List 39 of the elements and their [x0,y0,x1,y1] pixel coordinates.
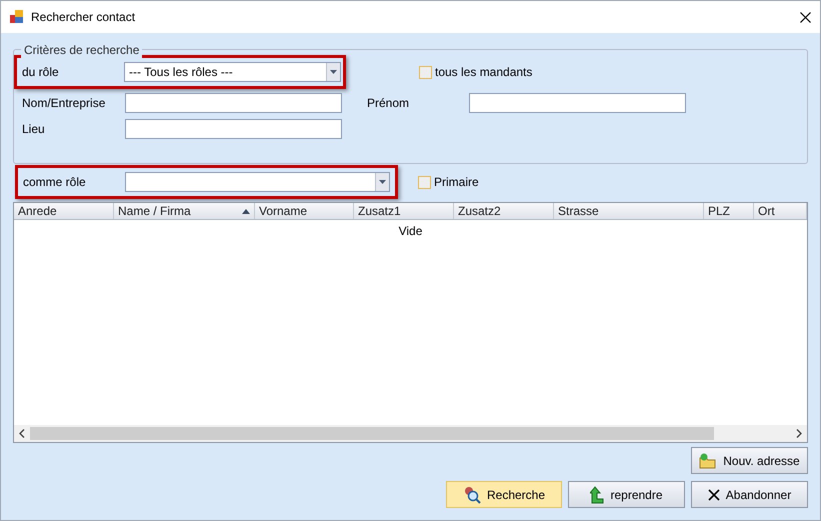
field-label: Nom/Entreprise [22,95,106,112]
field-label: comme rôle [23,174,87,191]
column-header[interactable]: Name / Firma [114,203,255,219]
scrollbar-thumb[interactable] [30,427,714,440]
column-header[interactable]: Vorname [255,203,354,219]
window-title: Rechercher contact [31,9,136,26]
checkbox[interactable] [419,66,432,78]
search-icon [462,486,481,504]
arrow-icon [590,486,604,504]
column-header[interactable]: Strasse [554,203,704,219]
field-label: du rôle [22,64,60,81]
empty-message: Vide [398,223,422,240]
input-field[interactable] [125,93,342,113]
checkbox[interactable] [418,176,431,188]
dialog-button[interactable]: reprendre [568,481,685,508]
folder-icon [699,452,718,468]
app-icon [10,10,24,24]
dialog-button[interactable]: Nouv. adresse [691,447,808,474]
horizontal-scrollbar[interactable] [14,425,807,442]
input-field[interactable] [125,119,342,139]
scroll-left-icon[interactable] [19,429,25,438]
close-icon [708,488,720,500]
column-header[interactable]: Ort [754,203,807,219]
column-header[interactable]: PLZ [704,203,754,219]
dialog-button[interactable]: Abandonner [691,481,808,508]
close-icon[interactable] [800,12,811,22]
dialog-button[interactable]: Recherche [446,481,562,508]
checkbox-label: tous les mandants [435,64,532,81]
sort-ascending-icon [242,208,250,214]
checkbox-label: Primaire [434,174,479,191]
field-label: Prénom [367,95,410,112]
column-header[interactable]: Anrede [14,203,114,219]
role-dropdown[interactable] [125,172,390,192]
column-header[interactable]: Zusatz1 [354,203,454,219]
column-header[interactable]: Zusatz2 [454,203,554,219]
field-label: Lieu [22,121,46,138]
role-dropdown[interactable]: --- Tous les rôles --- [124,62,341,82]
scroll-right-icon[interactable] [796,429,802,438]
input-field[interactable] [469,93,686,113]
